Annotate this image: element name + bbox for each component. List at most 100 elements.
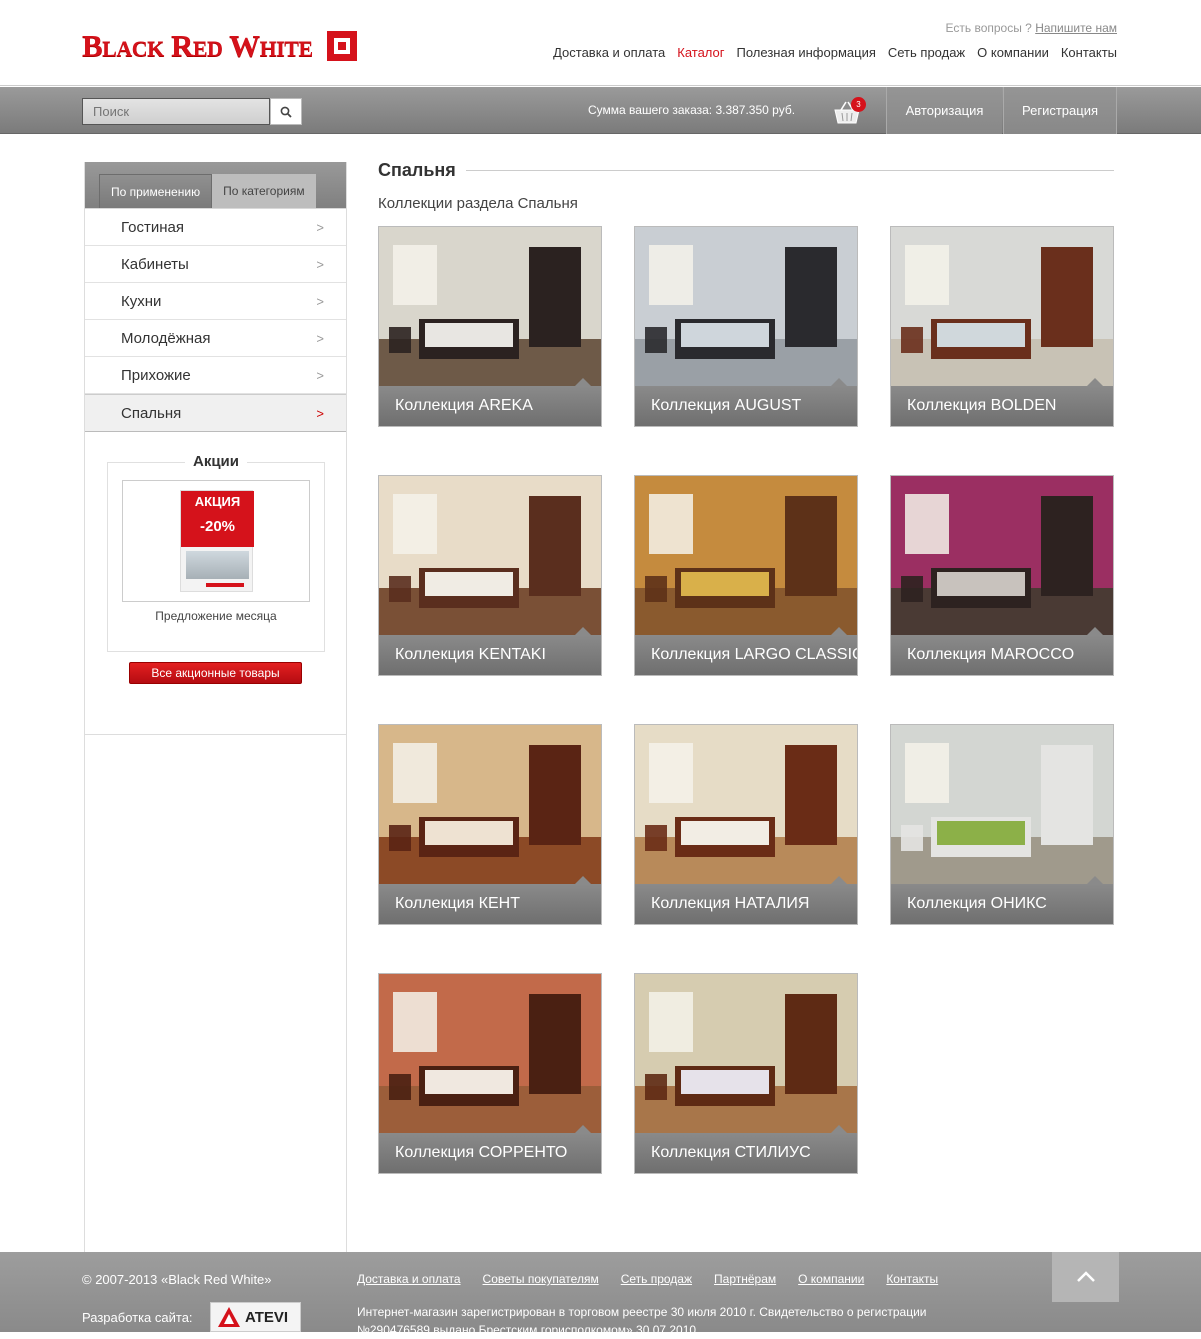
promo-banner[interactable]: АКЦИЯ -20% xyxy=(122,480,310,602)
footer-link-partners[interactable]: Партнёрам xyxy=(714,1272,776,1286)
register-button[interactable]: Регистрация xyxy=(1003,87,1117,134)
category-label: Молодёжная xyxy=(121,329,211,347)
footer-link-stores[interactable]: Сеть продаж xyxy=(621,1272,692,1286)
site-logo[interactable]: Black Red White xyxy=(82,30,357,62)
order-sum: Сумма вашего заказа: 3.387.350 руб. xyxy=(588,103,796,117)
collection-photo xyxy=(891,227,1113,386)
chevron-right-icon: > xyxy=(316,293,324,309)
collection-label: Коллекция AUGUST xyxy=(635,386,857,426)
tab-by-usage[interactable]: По применению xyxy=(99,174,213,208)
card-notch xyxy=(1087,627,1103,635)
collection-card-stilius[interactable]: Коллекция СТИЛИУС xyxy=(634,973,858,1174)
nav-info[interactable]: Полезная информация xyxy=(737,45,876,60)
collection-card-largo-classic[interactable]: Коллекция LARGO CLASSIC xyxy=(634,475,858,676)
nav-about[interactable]: О компании xyxy=(977,45,1049,60)
collection-label: Коллекция КЕНТ xyxy=(379,884,601,924)
collection-photo xyxy=(891,476,1113,635)
tab-by-category[interactable]: По категориям xyxy=(212,174,316,208)
nav-catalog[interactable]: Каталог xyxy=(677,45,724,60)
collection-card-marocco[interactable]: Коллекция MAROCCO xyxy=(890,475,1114,676)
questions-line: Есть вопросы ? Напишите нам xyxy=(946,21,1117,35)
card-notch xyxy=(1087,378,1103,386)
chevron-right-icon: > xyxy=(316,367,324,383)
all-promo-button[interactable]: Все акционные товары xyxy=(129,662,302,684)
collection-photo xyxy=(635,974,857,1133)
footer-link-contacts[interactable]: Контакты xyxy=(886,1272,938,1286)
nav-stores[interactable]: Сеть продаж xyxy=(888,45,965,60)
promo-banner-discount: -20% xyxy=(199,518,236,535)
collection-card-sorrento[interactable]: Коллекция СОРРЕНТО xyxy=(378,973,602,1174)
footer-link-about[interactable]: О компании xyxy=(798,1272,864,1286)
collection-photo xyxy=(379,974,601,1133)
site-header: Black Red White Есть вопросы ? Напишите … xyxy=(0,0,1201,86)
sidebar-item-kitchens[interactable]: Кухни > xyxy=(85,283,346,320)
site-footer: © 2007-2013 «Black Red White» Разработка… xyxy=(0,1252,1201,1337)
collection-photo xyxy=(635,476,857,635)
login-button[interactable]: Авторизация xyxy=(886,87,1002,134)
collection-card-oniks[interactable]: Коллекция ОНИКС xyxy=(890,724,1114,925)
card-notch xyxy=(831,876,847,884)
card-notch xyxy=(831,1125,847,1133)
collection-card-kent[interactable]: Коллекция КЕНТ xyxy=(378,724,602,925)
collection-card-kentaki[interactable]: Коллекция KENTAKI xyxy=(378,475,602,676)
collection-label: Коллекция LARGO CLASSIC xyxy=(635,635,857,675)
nav-delivery[interactable]: Доставка и оплата xyxy=(553,45,665,60)
sidebar-item-youth[interactable]: Молодёжная > xyxy=(85,320,346,357)
sidebar-tabs: По применению По категориям xyxy=(85,162,346,208)
chevron-up-icon xyxy=(1076,1271,1095,1282)
collection-card-areka[interactable]: Коллекция AREKA xyxy=(378,226,602,427)
search-button[interactable] xyxy=(270,98,302,125)
footer-nav: Доставка и оплата Советы покупателям Сет… xyxy=(357,1272,938,1286)
category-label: Кухни xyxy=(121,292,162,310)
scroll-top-button[interactable] xyxy=(1052,1252,1119,1302)
collection-label: Коллекция ОНИКС xyxy=(891,884,1113,924)
developer-logo[interactable]: ATEVI xyxy=(210,1302,301,1332)
promo-caption: Предложение месяца xyxy=(155,609,277,623)
questions-text: Есть вопросы ? xyxy=(945,21,1032,35)
write-us-link[interactable]: Напишите нам xyxy=(1035,21,1117,35)
page-title: Спальня xyxy=(378,160,1114,181)
atevi-logo-icon xyxy=(218,1307,240,1327)
chevron-right-icon: > xyxy=(316,405,324,421)
main-content: Спальня Коллекции раздела Спальня Коллек… xyxy=(378,160,1114,1174)
chevron-right-icon: > xyxy=(316,330,324,346)
collection-label: Коллекция СОРРЕНТО xyxy=(379,1133,601,1173)
card-notch xyxy=(575,378,591,386)
promo-box: Акции АКЦИЯ -20% Предложение месяца xyxy=(107,453,325,652)
promo-banner-card: АКЦИЯ -20% xyxy=(180,490,254,592)
copyright: © 2007-2013 «Black Red White» xyxy=(82,1272,272,1287)
footer-link-tips[interactable]: Советы покупателям xyxy=(483,1272,599,1286)
collection-photo xyxy=(379,227,601,386)
chevron-right-icon: > xyxy=(316,256,324,272)
logo-mark-icon xyxy=(326,31,357,61)
collection-label: Коллекция НАТАЛИЯ xyxy=(635,884,857,924)
promo-banner-title: АКЦИЯ xyxy=(194,494,241,509)
top-nav: Доставка и оплата Каталог Полезная инфор… xyxy=(553,45,1117,60)
sidebar-item-office[interactable]: Кабинеты > xyxy=(85,246,346,283)
registration-text: Интернет-магазин зарегистрирован в торго… xyxy=(357,1305,927,1337)
collection-card-august[interactable]: Коллекция AUGUST xyxy=(634,226,858,427)
search-input[interactable] xyxy=(82,98,270,125)
sidebar-divider xyxy=(85,734,346,735)
cart-button[interactable]: 3 xyxy=(830,97,866,125)
nav-contacts[interactable]: Контакты xyxy=(1061,45,1117,60)
card-notch xyxy=(575,876,591,884)
footer-link-delivery[interactable]: Доставка и оплата xyxy=(357,1272,461,1286)
search-form xyxy=(82,98,302,125)
page-subtitle: Коллекции раздела Спальня xyxy=(378,195,578,212)
collection-card-natalia[interactable]: Коллекция НАТАЛИЯ xyxy=(634,724,858,925)
sidebar-item-bedroom[interactable]: Спальня > xyxy=(85,394,346,432)
chevron-right-icon: > xyxy=(316,219,324,235)
category-label: Гостиная xyxy=(121,218,184,236)
toolbar: Сумма вашего заказа: 3.387.350 руб. 3 Ав… xyxy=(0,87,1201,134)
collection-card-bolden[interactable]: Коллекция BOLDEN xyxy=(890,226,1114,427)
sidebar-item-hallway[interactable]: Прихожие > xyxy=(85,357,346,394)
collection-label: Коллекция СТИЛИУС xyxy=(635,1133,857,1173)
sidebar-item-living-room[interactable]: Гостиная > xyxy=(85,209,346,246)
developer-label: Разработка сайта: xyxy=(82,1310,193,1325)
logo-text: Black Red White xyxy=(82,28,313,63)
collection-label: Коллекция BOLDEN xyxy=(891,386,1113,426)
collection-photo xyxy=(379,725,601,884)
developer-logo-text: ATEVI xyxy=(245,1308,289,1326)
collection-photo xyxy=(635,725,857,884)
